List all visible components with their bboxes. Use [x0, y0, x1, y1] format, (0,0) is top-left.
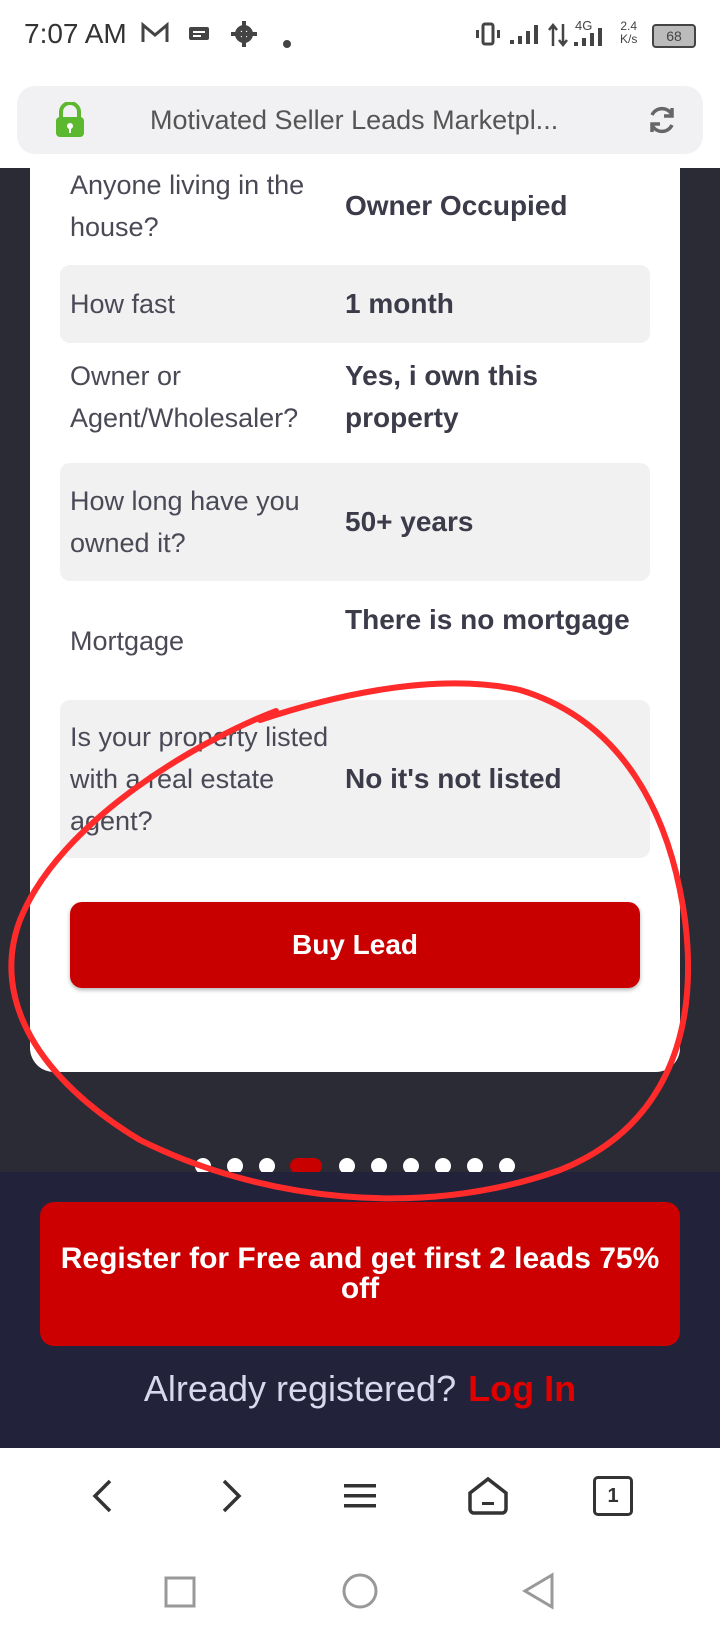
- signal-icon: [508, 22, 542, 53]
- detail-row-listing: Is your property listed with a real esta…: [60, 700, 650, 858]
- home-circle-icon[interactable]: [339, 1570, 381, 1612]
- login-link[interactable]: Log In: [468, 1368, 576, 1409]
- vibrate-icon: [474, 22, 502, 55]
- forward-icon[interactable]: [212, 1474, 252, 1518]
- detail-row-timeline: How fast 1 month: [60, 265, 650, 343]
- detail-question: Anyone living in the house?: [70, 170, 305, 242]
- detail-row-ownership-length: How long have you owned it? 50+ years: [60, 463, 650, 581]
- detail-answer: Yes, i own this property: [345, 360, 538, 433]
- login-prompt: Already registered? Log In: [0, 1368, 720, 1410]
- signal-4g-icon: [572, 26, 606, 55]
- detail-answer: Owner Occupied: [345, 190, 568, 221]
- data-transfer-icon: [548, 22, 568, 55]
- recent-apps-icon[interactable]: [160, 1572, 200, 1612]
- detail-question: Owner or Agent/Wholesaler?: [70, 361, 299, 433]
- status-bar: 7:07 AM 4G 2.4 K/s 68: [0, 0, 720, 76]
- detail-row-mortgage: Mortgage There is no mortgage: [60, 591, 650, 691]
- battery-level: 68: [666, 28, 682, 44]
- detail-row-ownership: Owner or Agent/Wholesaler? Yes, i own th…: [60, 353, 650, 453]
- back-icon[interactable]: [82, 1474, 122, 1518]
- buy-lead-button[interactable]: Buy Lead: [70, 902, 640, 988]
- net-speed: 2.4 K/s: [620, 20, 637, 46]
- register-free-button[interactable]: Register for Free and get first 2 leads …: [40, 1202, 680, 1346]
- browser-address-bar: Motivated Seller Leads Marketpl...: [0, 76, 720, 168]
- url-pill[interactable]: Motivated Seller Leads Marketpl...: [17, 86, 703, 154]
- net-speed-unit: K/s: [620, 32, 638, 46]
- detail-question: Is your property listed with a real esta…: [70, 722, 329, 836]
- status-time: 7:07 AM: [24, 18, 127, 49]
- detail-answer: There is no mortgage: [345, 604, 630, 635]
- detail-question: How fast: [70, 289, 176, 319]
- tabs-icon[interactable]: 1: [593, 1476, 633, 1516]
- lock-icon: [53, 101, 87, 143]
- detail-row-occupancy: Anyone living in the house? Owner Occupi…: [60, 168, 650, 248]
- login-prompt-text: Already registered?: [143, 1368, 457, 1409]
- tab-count: 1: [607, 1484, 619, 1507]
- page-title: Motivated Seller Leads Marketpl...: [150, 105, 559, 135]
- notification-dot-icon: [282, 28, 292, 56]
- battery-icon: 68: [652, 24, 696, 48]
- detail-question: How long have you owned it?: [70, 486, 300, 558]
- register-label: Register for Free and get first 2 leads …: [60, 1242, 660, 1305]
- lead-carousel-stage: Anyone living in the house? Owner Occupi…: [0, 158, 720, 1174]
- settings-gear-icon: [230, 20, 258, 55]
- detail-question: Mortgage: [70, 626, 185, 656]
- detail-answer: 1 month: [345, 288, 454, 319]
- browser-toolbar: 1: [0, 1448, 720, 1548]
- reload-icon[interactable]: [645, 103, 679, 142]
- lead-card: Anyone living in the house? Owner Occupi…: [30, 158, 680, 1072]
- detail-answer: No it's not listed: [345, 763, 562, 794]
- home-icon[interactable]: [464, 1472, 512, 1520]
- gmail-icon: [140, 20, 170, 53]
- system-navigation: [0, 1548, 720, 1640]
- back-triangle-icon[interactable]: [518, 1570, 558, 1612]
- detail-answer: 50+ years: [345, 506, 474, 537]
- register-footer: Register for Free and get first 2 leads …: [0, 1172, 720, 1448]
- menu-icon[interactable]: [340, 1476, 380, 1516]
- net-speed-value: 2.4: [620, 19, 638, 33]
- message-icon: [188, 24, 210, 52]
